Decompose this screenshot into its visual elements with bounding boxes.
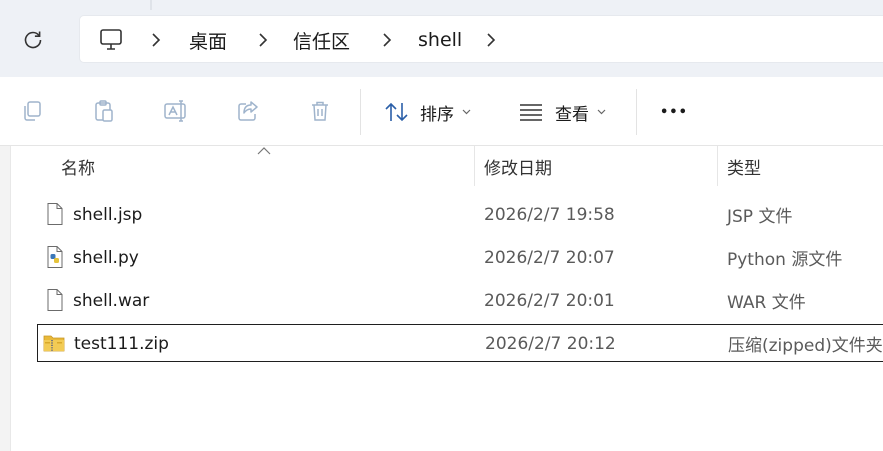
- file-row-selected[interactable]: test111.zip 2026/2/7 20:12 压缩(zipped)文件夹: [37, 324, 883, 362]
- file-name: shell.py: [73, 247, 139, 268]
- more-options-button[interactable]: •••: [660, 99, 688, 125]
- python-file-icon: [47, 246, 63, 268]
- view-button[interactable]: 查看: [519, 99, 606, 125]
- column-header-name[interactable]: 名称: [61, 146, 95, 186]
- column-header-date[interactable]: 修改日期: [484, 146, 552, 186]
- chevron-down-icon: [597, 109, 606, 115]
- file-row[interactable]: shell.py 2026/2/7 20:07 Python 源文件: [37, 239, 883, 276]
- toolbar-divider: [360, 89, 361, 135]
- blank-file-icon: [47, 289, 63, 311]
- sort-button[interactable]: 排序: [384, 99, 471, 125]
- toolbar-divider: [636, 89, 637, 135]
- command-bar: 排序 查看 •••: [0, 77, 883, 146]
- rename-button[interactable]: [161, 96, 191, 126]
- zip-folder-icon: [43, 335, 65, 352]
- breadcrumb-shell[interactable]: shell: [418, 16, 462, 64]
- refresh-icon: [24, 31, 42, 49]
- file-type: Python 源文件: [727, 250, 843, 270]
- this-pc-icon[interactable]: [98, 27, 124, 53]
- file-row[interactable]: shell.war 2026/2/7 20:01 WAR 文件: [37, 282, 883, 319]
- sort-icon: [385, 102, 408, 122]
- copy-icon: [24, 101, 41, 121]
- sort-ascending-icon: [257, 147, 271, 155]
- column-divider[interactable]: [717, 146, 718, 186]
- navigation-pane[interactable]: [0, 146, 11, 451]
- delete-button[interactable]: [305, 96, 335, 126]
- file-date: 2026/2/7 20:01: [484, 290, 615, 311]
- tab-divider: [150, 0, 152, 10]
- file-name: shell.jsp: [73, 204, 143, 225]
- clipboard-icon: [95, 100, 113, 122]
- list-view-icon: [520, 104, 542, 121]
- view-label: 查看: [555, 104, 589, 125]
- sort-label: 排序: [420, 104, 454, 125]
- file-row[interactable]: shell.jsp 2026/2/7 19:58 JSP 文件: [37, 196, 883, 233]
- breadcrumb-trust-zone[interactable]: 信任区: [293, 16, 350, 64]
- refresh-button[interactable]: [17, 24, 49, 56]
- file-date: 2026/2/7 19:58: [484, 204, 615, 225]
- file-type: 压缩(zipped)文件夹: [728, 336, 883, 356]
- chevron-down-icon: [462, 109, 471, 115]
- file-name: shell.war: [73, 290, 150, 311]
- chevron-right-icon[interactable]: [253, 28, 273, 52]
- column-header-type[interactable]: 类型: [727, 146, 761, 186]
- blank-file-icon: [47, 203, 63, 225]
- trash-icon: [312, 101, 328, 121]
- file-name: test111.zip: [74, 333, 169, 354]
- share-icon: [238, 101, 258, 121]
- chevron-right-icon[interactable]: [481, 28, 501, 52]
- copy-button[interactable]: [17, 96, 47, 126]
- file-date: 2026/2/7 20:07: [484, 247, 615, 268]
- navigation-bar: 桌面 信任区 shell: [0, 0, 883, 77]
- file-date: 2026/2/7 20:12: [485, 333, 616, 354]
- rename-icon: [164, 100, 186, 122]
- breadcrumb-desktop[interactable]: 桌面: [189, 16, 227, 64]
- column-divider[interactable]: [474, 146, 475, 186]
- file-type: JSP 文件: [727, 207, 793, 227]
- file-type: WAR 文件: [727, 293, 806, 313]
- share-button[interactable]: [233, 96, 263, 126]
- chevron-right-icon[interactable]: [146, 28, 166, 52]
- chevron-right-icon[interactable]: [377, 28, 397, 52]
- paste-button[interactable]: [89, 96, 119, 126]
- address-bar[interactable]: 桌面 信任区 shell: [79, 15, 883, 63]
